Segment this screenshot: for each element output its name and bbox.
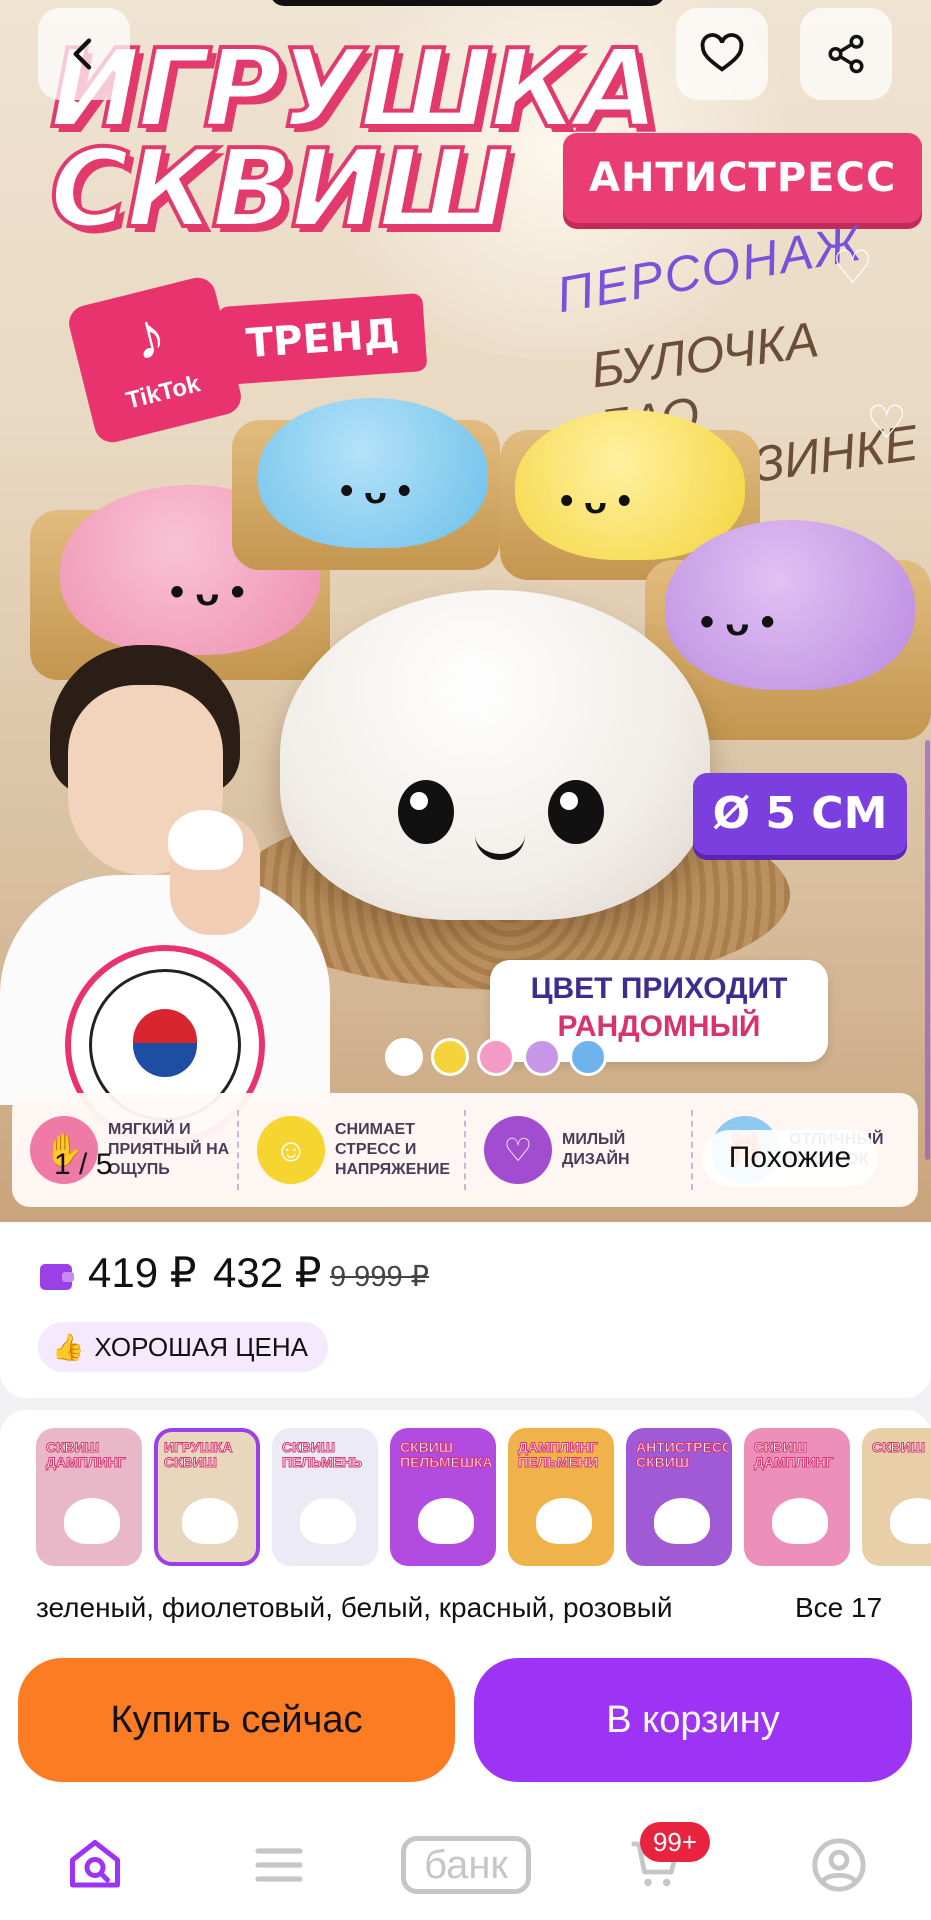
variant-thumbnail-bun: [890, 1498, 931, 1544]
price-card: 419 ₽ 432 ₽ 9 999 ₽ 👍 ХОРОШАЯ ЦЕНА: [0, 1222, 931, 1398]
color-dots: [385, 1038, 607, 1076]
feature-item: ♡ МИЛЫЙ ДИЗАЙН: [464, 1110, 691, 1190]
variant-thumbnail-title: СКВИШ ДАМПЛИНГ: [46, 1439, 127, 1470]
image-page-indicator: 1 / 5: [54, 1148, 113, 1181]
heart-icon: ♡: [484, 1116, 552, 1184]
variant-thumbnail[interactable]: ДАМПЛИНГ ПЕЛЬМЕНИ: [508, 1428, 614, 1566]
scrollbar: [925, 740, 930, 1160]
variant-thumbnail-title: ИГРУШКА СКВИШ: [164, 1439, 234, 1470]
action-bar: Купить сейчас В корзину: [0, 1640, 931, 1800]
bun-mouth: [475, 835, 525, 860]
buy-now-button[interactable]: Купить сейчас: [18, 1658, 455, 1782]
heart-outline-icon: [700, 33, 744, 72]
thumbs-up-icon: 👍: [52, 1331, 85, 1362]
tiktok-logo: ♪ TikTok: [65, 273, 245, 447]
nav-catalog[interactable]: [244, 1830, 314, 1900]
price-old: 9 999 ₽: [330, 1261, 430, 1293]
variant-thumbnail[interactable]: СКВИШ: [862, 1428, 931, 1566]
cart-count-badge: 99+: [640, 1822, 710, 1862]
bun-face: • ᴗ •: [340, 470, 411, 512]
bottom-navigation: банк 99+: [0, 1800, 931, 1920]
variant-thumbnail-bun: [418, 1498, 474, 1544]
profile-icon: [812, 1838, 866, 1892]
bun-face: • ᴗ •: [560, 480, 631, 522]
nav-profile[interactable]: [804, 1830, 874, 1900]
home-search-icon: [70, 1840, 120, 1888]
share-icon: [828, 34, 864, 74]
bun-face: • ᴗ •: [170, 570, 245, 614]
product-page: ИГРУШКА СКВИШ АНТИСТРЕСС ♪ TikTok ТРЕНД …: [0, 0, 931, 1920]
bun-face: • ᴗ •: [700, 600, 775, 644]
heart-outline-icon: ♡: [832, 241, 874, 293]
variant-thumbnail[interactable]: СКВИШ ПЕЛЬМЕНЬ: [272, 1428, 378, 1566]
nav-bank[interactable]: банк: [401, 1830, 531, 1900]
variant-thumbnail-title: СКВИШ ПЕЛЬМЕНЬ: [282, 1439, 363, 1470]
variant-thumbnail[interactable]: СКВИШ ПЕЛЬМЕШКА: [390, 1428, 496, 1566]
variant-thumbnail-bun: [536, 1498, 592, 1544]
variant-thumbnail-title: СКВИШ ДАМПЛИНГ: [754, 1439, 835, 1470]
product-image-carousel[interactable]: ИГРУШКА СКВИШ АНТИСТРЕСС ♪ TikTok ТРЕНД …: [0, 0, 931, 1222]
size-badge: Ø 5 CM: [693, 773, 907, 855]
variant-thumbnail-bun: [654, 1498, 710, 1544]
variants-section: СКВИШ ДАМПЛИНГ ИГРУШКА СКВИШ СКВИШ ПЕЛЬМЕН…: [0, 1410, 931, 1640]
bun-eye: [548, 780, 604, 844]
white-bun: [280, 590, 710, 920]
variant-thumbnail[interactable]: СКВИШ ДАМПЛИНГ: [744, 1428, 850, 1566]
trend-badge: ТРЕНД: [217, 292, 428, 386]
nav-home[interactable]: [60, 1830, 130, 1900]
variant-thumbnail-title: ДАМПЛИНГ ПЕЛЬМЕНИ: [518, 1439, 599, 1470]
variant-thumbnail[interactable]: АНТИСТРЕСС СКВИШ: [626, 1428, 732, 1566]
variant-thumbnail-title: СКВИШ ПЕЛЬМЕШКА: [400, 1439, 493, 1470]
all-variants-link[interactable]: Все 17: [795, 1592, 882, 1624]
color-dot: [523, 1038, 561, 1076]
variant-colors-text: зеленый, фиолетовый, белый, красный, роз…: [36, 1592, 673, 1623]
mini-bun: [168, 810, 243, 870]
share-button[interactable]: [800, 8, 892, 100]
price-regular: 432 ₽: [213, 1249, 322, 1296]
good-price-badge[interactable]: 👍 ХОРОШАЯ ЦЕНА: [38, 1322, 328, 1372]
bun-eye: [398, 780, 454, 844]
variant-thumbnail-bun: [300, 1498, 356, 1544]
smile-icon: ☺: [257, 1116, 325, 1184]
variant-thumbnail-bun: [64, 1498, 120, 1544]
menu-icon: [255, 1848, 303, 1882]
price-wallet: 419 ₽: [88, 1249, 197, 1296]
color-dot: [477, 1038, 515, 1076]
feature-item: ☺ СНИМАЕТ СТРЕСС И НАПРЯЖЕНИЕ: [237, 1110, 464, 1190]
variant-thumbnail[interactable]: ИГРУШКА СКВИШ: [154, 1428, 260, 1566]
color-dot: [385, 1038, 423, 1076]
favorite-button[interactable]: [676, 8, 768, 100]
variant-thumbnail-title: СКВИШ: [872, 1439, 926, 1455]
color-dot: [431, 1038, 469, 1076]
variant-thumbnail-title: АНТИСТРЕСС СКВИШ: [636, 1439, 732, 1470]
heart-outline-icon: ♡: [866, 396, 908, 448]
chevron-left-icon: [73, 38, 92, 70]
variant-thumbnail-bun: [182, 1498, 238, 1544]
variant-thumbnails[interactable]: СКВИШ ДАМПЛИНГ ИГРУШКА СКВИШ СКВИШ ПЕЛЬМЕН…: [36, 1428, 931, 1566]
antistress-badge: АНТИСТРЕСС: [563, 133, 923, 223]
back-button[interactable]: [38, 8, 130, 100]
variant-thumbnail-bun: [772, 1498, 828, 1544]
similar-button[interactable]: Похожие: [702, 1130, 878, 1186]
add-to-cart-button[interactable]: В корзину: [474, 1658, 912, 1782]
bank-label: банк: [401, 1836, 531, 1894]
variant-thumbnail[interactable]: СКВИШ ДАМПЛИНГ: [36, 1428, 142, 1566]
camera-notch: [270, 0, 665, 6]
color-dot: [569, 1038, 607, 1076]
wallet-icon: [40, 1264, 74, 1290]
